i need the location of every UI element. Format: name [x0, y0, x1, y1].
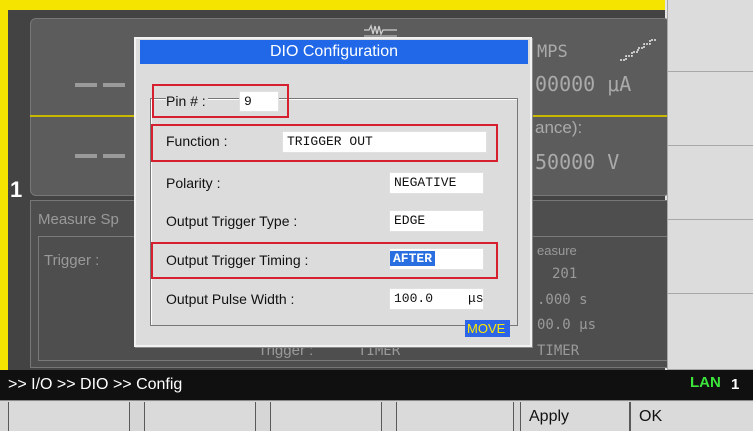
bottom-softkey-1[interactable] — [8, 402, 130, 431]
lan-indicator: LAN — [690, 374, 721, 391]
measure-column-label: easure — [537, 243, 577, 258]
softkey-1[interactable] — [667, 0, 753, 72]
dash-mark — [103, 154, 125, 158]
polarity-label: Polarity : — [166, 175, 221, 191]
trigger-timing-label: Output Trigger Timing : — [166, 252, 309, 268]
dialog-title: DIO Configuration — [140, 40, 528, 64]
polarity-field[interactable]: NEGATIVE — [389, 172, 484, 194]
apply-button[interactable]: Apply — [520, 402, 630, 431]
staircase-sweep-icon — [620, 39, 656, 61]
trigger-source-value-2: TIMER — [537, 343, 580, 359]
menu-path: >> I/O >> DIO >> Config — [8, 376, 183, 393]
current-readout: 00000 μA — [535, 72, 632, 96]
trigger-timing-selected-value: AFTER — [390, 251, 436, 266]
pin-label: Pin # : — [166, 93, 208, 109]
move-indicator: MOVE — [465, 320, 510, 337]
softkey-3[interactable] — [667, 146, 753, 220]
dash-mark — [75, 154, 97, 158]
lan-count: 1 — [731, 376, 740, 393]
count-value: 201 — [552, 266, 578, 282]
channel-indicator-side — [0, 0, 8, 370]
dash-mark — [75, 83, 97, 87]
pin-field[interactable]: 9 — [239, 91, 279, 112]
pulse-value: 00.0 μs — [537, 317, 597, 333]
channel-indicator-bar — [0, 0, 665, 10]
pulse-width-value: 100.0 — [394, 291, 434, 306]
softkey-2[interactable] — [667, 72, 753, 146]
pulse-width-unit: μs — [468, 291, 484, 306]
softkey-5[interactable] — [667, 294, 753, 370]
softkey-4[interactable] — [667, 220, 753, 294]
function-label: Function : — [166, 133, 228, 149]
pulse-wave-icon — [364, 24, 397, 37]
bottom-softkey-4[interactable] — [396, 402, 514, 431]
channel-number: 1 — [10, 177, 23, 202]
trigger-type-field[interactable]: EDGE — [389, 210, 484, 232]
bottom-softkey-3[interactable] — [270, 402, 382, 431]
measure-speed-label: Measure Sp — [38, 211, 119, 228]
amps-label: MPS — [537, 42, 568, 62]
trigger-label: Trigger : — [44, 252, 100, 269]
bottom-softkey-2[interactable] — [144, 402, 256, 431]
pulse-width-field[interactable]: 100.0 μs — [389, 288, 484, 310]
function-field[interactable]: TRIGGER OUT — [282, 131, 487, 153]
compliance-label: ance): — [535, 118, 583, 137]
voltage-readout: 50000 V — [535, 150, 620, 174]
trigger-timing-field[interactable]: AFTER — [389, 248, 484, 270]
time-value: .000 s — [537, 292, 588, 308]
dash-mark — [103, 83, 125, 87]
ok-button[interactable]: OK — [630, 402, 753, 431]
pulse-width-label: Output Pulse Width : — [166, 291, 295, 307]
trigger-type-label: Output Trigger Type : — [166, 213, 298, 229]
